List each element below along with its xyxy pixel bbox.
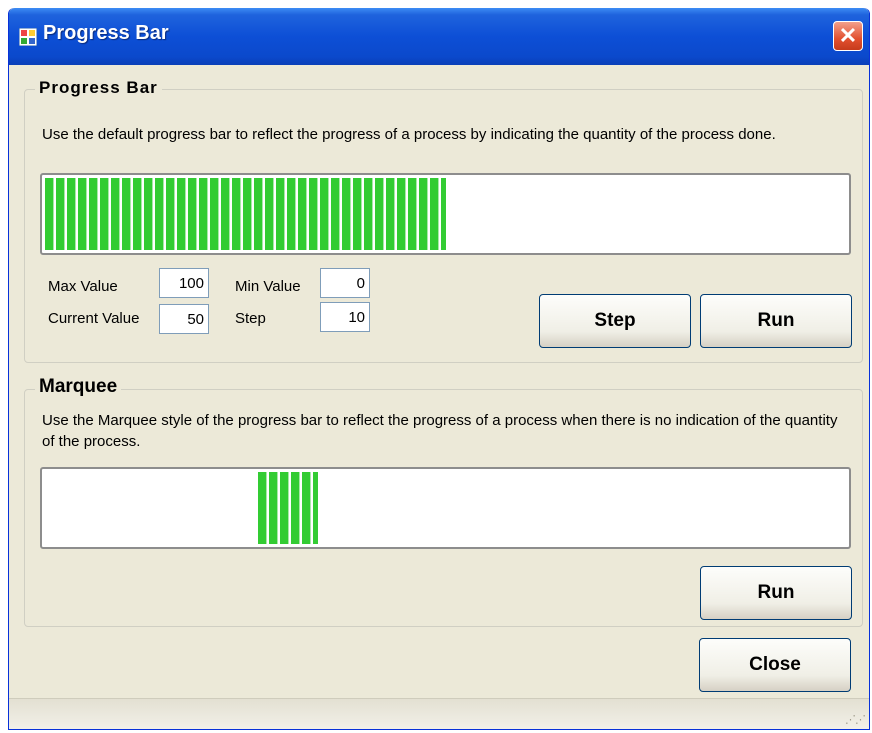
- dialog-window: Progress Bar ✕ Progress Bar Use the defa…: [8, 8, 870, 730]
- close-window-icon[interactable]: ✕: [833, 21, 863, 51]
- marquee-progress-chunk: [258, 472, 318, 544]
- current-value-field[interactable]: [159, 304, 209, 334]
- step-button[interactable]: Step: [539, 294, 691, 348]
- marquee-group-title: Marquee: [35, 376, 122, 398]
- progress-bar-group: Progress Bar Use the default progress ba…: [24, 78, 863, 363]
- window-title: Progress Bar: [43, 22, 169, 44]
- progress-run-button[interactable]: Run: [700, 294, 852, 348]
- marquee-description: Use the Marquee style of the progress ba…: [42, 412, 838, 450]
- status-bar: ⋰⋰: [9, 698, 869, 729]
- dialog-client-area: Progress Bar Use the default progress ba…: [9, 65, 869, 729]
- progress-bar-description: Use the default progress bar to reflect …: [42, 126, 776, 143]
- progress-bar-group-title: Progress Bar: [35, 78, 162, 98]
- current-value-label: Current Value: [48, 310, 140, 327]
- marquee-progress-bar: [40, 467, 851, 549]
- max-value-field[interactable]: [159, 268, 209, 298]
- min-value-field[interactable]: [320, 268, 370, 298]
- resize-grip-icon[interactable]: ⋰⋰: [845, 713, 866, 726]
- marquee-run-button[interactable]: Run: [700, 566, 852, 620]
- step-value-field[interactable]: [320, 302, 370, 332]
- close-button[interactable]: Close: [699, 638, 851, 692]
- progress-bar: [40, 173, 851, 255]
- marquee-group: Marquee Use the Marquee style of the pro…: [24, 376, 863, 627]
- app-icon: [19, 28, 37, 46]
- step-label: Step: [235, 310, 266, 327]
- title-bar[interactable]: Progress Bar ✕: [9, 8, 869, 65]
- max-value-label: Max Value: [48, 278, 118, 295]
- progress-bar-fill: [45, 178, 446, 250]
- min-value-label: Min Value: [235, 278, 301, 295]
